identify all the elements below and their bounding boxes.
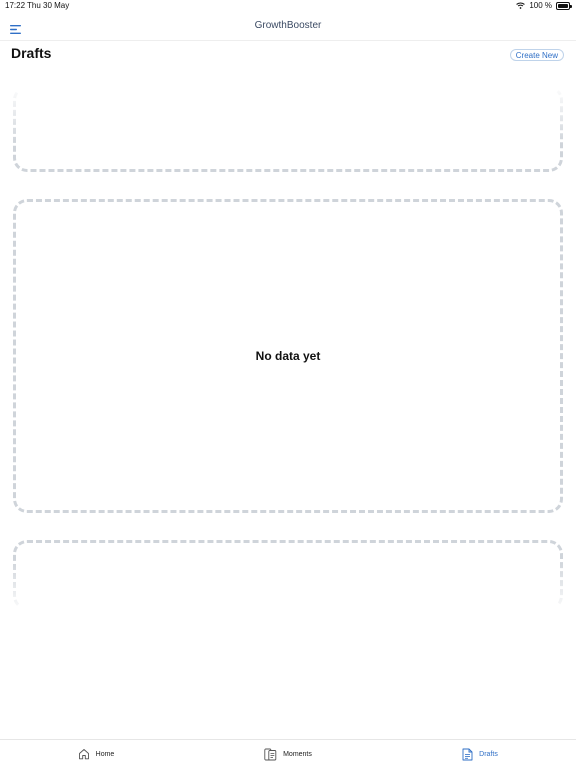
status-bar: 17:22 Thu 30 May 100 % — [0, 0, 576, 12]
tab-drafts-label: Drafts — [479, 750, 498, 758]
create-new-button[interactable]: Create New — [509, 49, 564, 61]
fade-overlay-bottom — [0, 560, 576, 615]
status-date: Thu 30 May — [27, 1, 70, 10]
battery-icon — [556, 1, 572, 10]
tab-drafts[interactable]: Drafts — [384, 740, 576, 768]
tab-home[interactable]: Home — [0, 740, 192, 768]
placeholder-card: No data yet — [13, 199, 563, 513]
page-title: Drafts — [11, 45, 52, 61]
empty-state-message: No data yet — [255, 349, 321, 363]
tab-bar: Home Moments Drafts — [0, 739, 576, 768]
page-header: Drafts Create New — [0, 40, 576, 72]
battery-percentage: 100 % — [529, 1, 552, 10]
fade-overlay-top — [0, 84, 576, 144]
tab-home-label: Home — [95, 750, 115, 758]
document-icon — [462, 748, 473, 760]
status-time: 17:22 — [5, 1, 26, 10]
navigation-bar: GrowthBooster — [0, 12, 576, 41]
moments-icon — [264, 748, 277, 760]
wifi-icon — [516, 2, 526, 9]
home-icon — [78, 749, 89, 760]
tab-moments-label: Moments — [283, 750, 312, 758]
tab-moments[interactable]: Moments — [192, 740, 384, 768]
status-indicators: 100 % — [516, 1, 572, 10]
app-title: GrowthBooster — [254, 20, 322, 31]
